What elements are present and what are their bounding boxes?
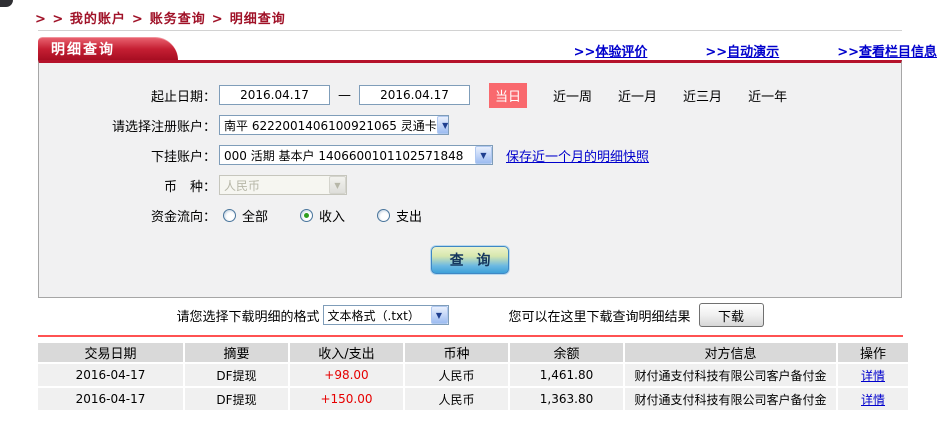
date-dash: — [338, 87, 351, 103]
date-range-label: 起止日期： [150, 89, 216, 105]
flow-option-income-label: 收入 [319, 209, 346, 225]
currency-label: 币 种： [163, 179, 216, 195]
table-row: 2016-04-17 DF提现 +150.00 人民币 1,363.80 财付通… [38, 388, 908, 410]
sub-account-value: 000 活期 基本户 1406600101102571848 [224, 148, 464, 163]
link-experience-review[interactable]: >>体验评价 [574, 41, 648, 60]
tab-label: 明细查询 [51, 42, 115, 58]
breadcrumb: > > 我的账户 > 账务查询 > 明细查询 [35, 8, 286, 27]
cell-counterparty: 财付通支付科技有限公司客户备付金 [625, 364, 838, 386]
breadcrumb-separator: > [131, 12, 144, 27]
page-corner-decor [0, 0, 13, 7]
link-view-column-info[interactable]: >>查看栏目信息 [837, 41, 937, 60]
flow-radio-1 [300, 208, 314, 222]
cell-currency: 人民币 [405, 388, 510, 410]
query-button[interactable]: 查 询 [431, 246, 509, 274]
sub-account-label: 下挂账户： [150, 149, 216, 165]
currency-select: 人民币 ▼ [219, 175, 347, 195]
save-snapshot-link[interactable]: 保存近一个月的明细快照 [506, 146, 649, 165]
col-header-balance: 余额 [510, 343, 625, 362]
download-format-label: 请您选择下载明细的格式 [176, 309, 320, 325]
cell-balance: 1,363.80 [510, 388, 625, 410]
register-account-row: 请选择注册账户： 南平 6222001406100921065 灵通卡 ▼ [39, 110, 901, 140]
breadcrumb-item-detail-query[interactable]: 明细查询 [230, 12, 286, 27]
register-account-label: 请选择注册账户： [111, 119, 216, 135]
cell-date: 2016-04-17 [38, 388, 185, 410]
flow-option-all-label: 全部 [242, 209, 269, 225]
col-header-counterparty: 对方信息 [625, 343, 838, 362]
cell-summary: DF提现 [185, 364, 290, 386]
flow-option-expense-label: 支出 [396, 209, 423, 225]
currency-row: 币 种： 人民币 ▼ [39, 170, 901, 200]
flow-option-expense[interactable]: 支出 [377, 206, 422, 225]
col-header-amount: 收入/支出 [290, 343, 405, 362]
date-range-row: 起止日期： — 当日 近一周 近一月 近三月 近一年 [39, 80, 901, 110]
breadcrumb-divider [38, 30, 902, 31]
flow-direction-label: 资金流向： [150, 209, 216, 225]
section-divider [38, 335, 903, 337]
start-date-input[interactable] [219, 85, 330, 105]
chevron-down-icon: ▼ [436, 116, 448, 134]
download-hint: 您可以在这里下载查询明细结果 [508, 309, 691, 325]
col-header-summary: 摘要 [185, 343, 290, 362]
col-header-currency: 币种 [405, 343, 510, 362]
quick-range-month[interactable]: 近一月 [618, 86, 657, 105]
breadcrumb-item-my-account[interactable]: 我的账户 [70, 12, 126, 27]
currency-value: 人民币 [224, 178, 261, 193]
detail-link[interactable]: 详情 [861, 393, 885, 407]
link-auto-demo[interactable]: >>自动演示 [705, 41, 779, 60]
chevron-down-icon: ▼ [475, 146, 492, 164]
query-form-panel: 起止日期： — 当日 近一周 近一月 近三月 近一年 请选择注册账户： 南平 6… [38, 60, 902, 298]
download-format-select[interactable]: 文本格式（.txt） ▼ [322, 305, 449, 325]
table-row: 2016-04-17 DF提现 +98.00 人民币 1,461.80 财付通支… [38, 364, 908, 386]
chevron-down-icon: ▼ [430, 306, 448, 324]
detail-link[interactable]: 详情 [861, 369, 885, 383]
col-header-date: 交易日期 [38, 343, 185, 362]
chevron-down-icon: ▼ [329, 176, 346, 194]
flow-radio-2 [377, 208, 391, 222]
cell-summary: DF提现 [185, 388, 290, 410]
query-button-row: 查 询 [39, 246, 901, 274]
cell-currency: 人民币 [405, 364, 510, 386]
quick-range-quarter[interactable]: 近三月 [683, 86, 722, 105]
end-date-input[interactable] [359, 85, 470, 105]
cell-balance: 1,461.80 [510, 364, 625, 386]
flow-direction-row: 资金流向： 全部 收入 支出 [39, 200, 901, 230]
quick-range-week[interactable]: 近一周 [553, 86, 592, 105]
flow-option-income[interactable]: 收入 [300, 206, 345, 225]
top-links: >>体验评价 >>自动演示 >>查看栏目信息 [574, 41, 937, 60]
breadcrumb-item-account-query[interactable]: 账务查询 [150, 12, 206, 27]
download-format-value: 文本格式（.txt） [327, 308, 420, 323]
table-header-row: 交易日期 摘要 收入/支出 币种 余额 对方信息 操作 [38, 343, 908, 362]
col-header-action: 操作 [838, 343, 908, 362]
cell-amount: +98.00 [290, 364, 405, 386]
results-table: 交易日期 摘要 收入/支出 币种 余额 对方信息 操作 2016-04-17 D… [38, 341, 908, 412]
download-row: 请您选择下载明细的格式 文本格式（.txt） ▼ 您可以在这里下载查询明细结果 … [38, 302, 902, 328]
flow-radio-0 [223, 208, 236, 222]
breadcrumb-prefix: > > [35, 12, 65, 27]
quick-range-year[interactable]: 近一年 [748, 86, 787, 105]
breadcrumb-separator: > [211, 12, 224, 27]
sub-account-select[interactable]: 000 活期 基本户 1406600101102571848 ▼ [219, 145, 493, 165]
sub-account-row: 下挂账户： 000 活期 基本户 1406600101102571848 ▼ 保… [39, 140, 901, 170]
flow-option-all[interactable]: 全部 [223, 206, 268, 225]
cell-date: 2016-04-17 [38, 364, 185, 386]
cell-counterparty: 财付通支付科技有限公司客户备付金 [625, 388, 838, 410]
download-button[interactable]: 下载 [698, 303, 764, 327]
tab-detail-query[interactable]: 明细查询 [38, 37, 178, 60]
register-account-select[interactable]: 南平 6222001406100921065 灵通卡 ▼ [219, 115, 449, 135]
register-account-value: 南平 6222001406100921065 灵通卡 [224, 118, 437, 133]
detail-query-page: { "colors": { "accent_red": "#b5122b", "… [0, 0, 941, 425]
cell-amount: +150.00 [290, 388, 405, 410]
quick-range-today[interactable]: 当日 [489, 82, 528, 108]
